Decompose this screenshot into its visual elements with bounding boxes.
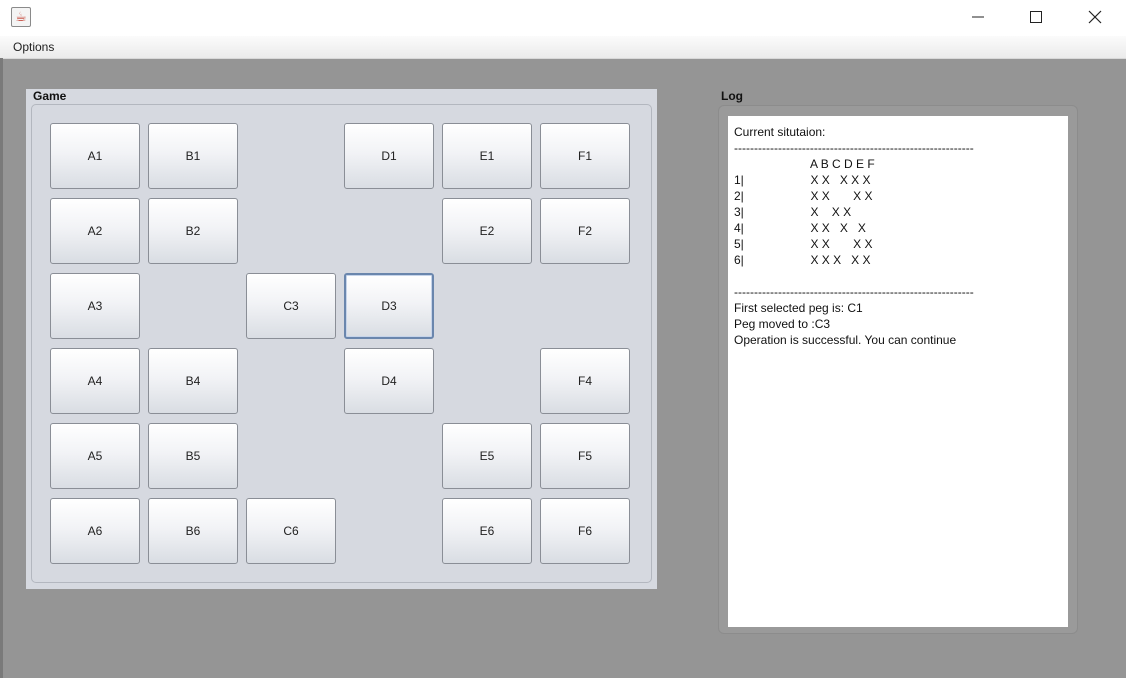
game-panel: Game A1 B1 D1 E1 F1 A2 B2 E2 F2 A3 C3 D3 A4 B4 D4 F4 A5 B… (26, 89, 657, 589)
peg-button-b5[interactable]: B5 (148, 423, 238, 489)
peg-button-b1[interactable]: B1 (148, 123, 238, 189)
game-board: A1 B1 D1 E1 F1 A2 B2 E2 F2 A3 C3 D3 A4 B4 D4 F4 A5 B5 E5 F5… (31, 104, 652, 583)
peg-button-e6[interactable]: E6 (442, 498, 532, 564)
peg-button-f2[interactable]: F2 (540, 198, 630, 264)
peg-button-f1[interactable]: F1 (540, 123, 630, 189)
peg-button-a1[interactable]: A1 (50, 123, 140, 189)
close-button[interactable] (1072, 0, 1118, 34)
log-panel-title: Log (721, 89, 743, 103)
window-edge (0, 58, 3, 678)
peg-button-c6[interactable]: C6 (246, 498, 336, 564)
peg-button-a4[interactable]: A4 (50, 348, 140, 414)
game-panel-title: Game (33, 89, 67, 103)
minimize-button[interactable] (955, 0, 1001, 34)
peg-button-b4[interactable]: B4 (148, 348, 238, 414)
minimize-icon (972, 16, 984, 18)
peg-button-e1[interactable]: E1 (442, 123, 532, 189)
peg-button-d1[interactable]: D1 (344, 123, 434, 189)
peg-button-b6[interactable]: B6 (148, 498, 238, 564)
peg-button-d3[interactable]: D3 (344, 273, 434, 339)
peg-button-f6[interactable]: F6 (540, 498, 630, 564)
close-icon (1088, 10, 1102, 24)
peg-button-d4[interactable]: D4 (344, 348, 434, 414)
title-bar: ☕ (0, 0, 1126, 36)
maximize-icon (1030, 11, 1042, 23)
menu-options[interactable]: Options (13, 40, 54, 54)
peg-button-a5[interactable]: A5 (50, 423, 140, 489)
log-text: Current situtaion: ---------------------… (734, 125, 974, 347)
peg-button-b2[interactable]: B2 (148, 198, 238, 264)
log-textarea[interactable]: Current situtaion: ---------------------… (728, 116, 1068, 627)
peg-button-a6[interactable]: A6 (50, 498, 140, 564)
peg-button-f4[interactable]: F4 (540, 348, 630, 414)
maximize-button[interactable] (1013, 0, 1059, 34)
peg-button-e5[interactable]: E5 (442, 423, 532, 489)
peg-button-a2[interactable]: A2 (50, 198, 140, 264)
java-cup-icon[interactable]: ☕ (11, 7, 31, 27)
peg-button-e2[interactable]: E2 (442, 198, 532, 264)
peg-button-a3[interactable]: A3 (50, 273, 140, 339)
menu-bar: Options (0, 36, 1126, 59)
peg-button-f5[interactable]: F5 (540, 423, 630, 489)
peg-button-c3[interactable]: C3 (246, 273, 336, 339)
